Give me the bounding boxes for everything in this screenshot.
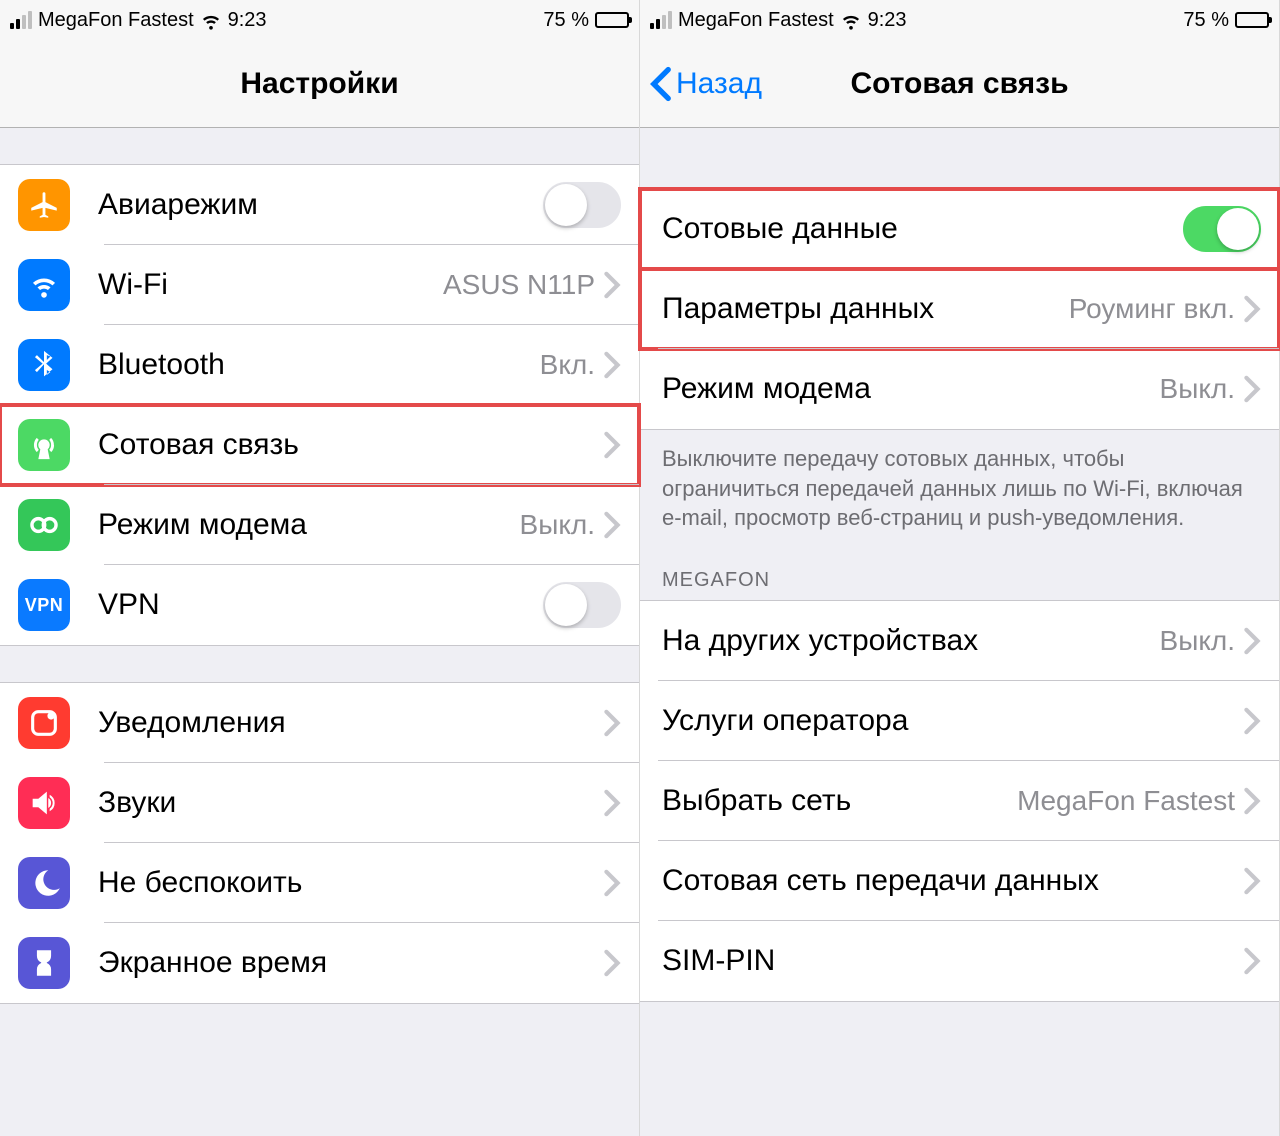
- vpn-toggle[interactable]: [543, 582, 621, 628]
- row-value: Роуминг вкл.: [1069, 293, 1235, 325]
- row-notifications[interactable]: Уведомления: [0, 683, 639, 763]
- row-airplane-mode[interactable]: Авиарежим: [0, 165, 639, 245]
- carrier-label: MegaFon Fastest: [678, 9, 834, 32]
- row-other-devices[interactable]: На других устройствах Выкл.: [640, 601, 1279, 681]
- cellular-group-main: Сотовые данные Параметры данных Роуминг …: [640, 188, 1279, 430]
- vpn-icon: VPN: [18, 579, 70, 631]
- carrier-label: MegaFon Fastest: [38, 9, 194, 32]
- chevron-right-icon: [603, 869, 621, 897]
- carrier-header: MEGAFON: [640, 547, 1279, 600]
- row-bluetooth[interactable]: Bluetooth Вкл.: [0, 325, 639, 405]
- status-time: 9:23: [868, 9, 907, 32]
- row-data-options[interactable]: Параметры данных Роуминг вкл.: [640, 269, 1279, 349]
- row-carrier-services[interactable]: Услуги оператора: [640, 681, 1279, 761]
- row-label: Сотовые данные: [662, 212, 1183, 246]
- cellular-icon: [18, 419, 70, 471]
- chevron-right-icon: [603, 709, 621, 737]
- row-cellular-data[interactable]: Сотовые данные: [640, 189, 1279, 269]
- page-title: Настройки: [0, 67, 639, 101]
- chevron-right-icon: [1243, 707, 1261, 735]
- chevron-right-icon: [1243, 295, 1261, 323]
- row-label: Режим модема: [98, 508, 520, 542]
- airplane-toggle[interactable]: [543, 182, 621, 228]
- row-value: Выкл.: [1160, 373, 1235, 405]
- settings-group-network: Авиарежим Wi-Fi ASUS N11P Bluetooth Вкл.: [0, 164, 639, 646]
- row-label: На других устройствах: [662, 624, 1160, 658]
- row-select-network[interactable]: Выбрать сеть MegaFon Fastest: [640, 761, 1279, 841]
- row-label: Услуги оператора: [662, 704, 1243, 738]
- hotspot-icon: [18, 499, 70, 551]
- status-bar: MegaFon Fastest 9:23 75 %: [0, 0, 639, 40]
- row-sim-pin[interactable]: SIM-PIN: [640, 921, 1279, 1001]
- airplane-icon: [18, 179, 70, 231]
- row-hotspot[interactable]: Режим модема Выкл.: [640, 349, 1279, 429]
- wifi-icon: [840, 9, 862, 31]
- row-screentime[interactable]: Экранное время: [0, 923, 639, 1003]
- status-bar: MegaFon Fastest 9:23 75 %: [640, 0, 1279, 40]
- wifi-settings-icon: [18, 259, 70, 311]
- chevron-right-icon: [603, 271, 621, 299]
- battery-percent: 75 %: [1183, 9, 1229, 32]
- row-label: Авиарежим: [98, 188, 543, 222]
- row-label: Сотовая связь: [98, 428, 603, 462]
- chevron-right-icon: [603, 351, 621, 379]
- row-label: Режим модема: [662, 372, 1160, 406]
- row-label: Wi-Fi: [98, 268, 443, 302]
- cellular-data-toggle[interactable]: [1183, 206, 1261, 252]
- settings-group-personal: Уведомления Звуки Не беспокоить Экранн: [0, 682, 639, 1004]
- bluetooth-icon: [18, 339, 70, 391]
- chevron-right-icon: [1243, 787, 1261, 815]
- chevron-right-icon: [1243, 627, 1261, 655]
- chevron-right-icon: [603, 431, 621, 459]
- footer-help-text: Выключите передачу сотовых данных, чтобы…: [640, 430, 1279, 547]
- chevron-right-icon: [1243, 947, 1261, 975]
- nav-bar: Назад Сотовая связь: [640, 40, 1279, 128]
- row-vpn[interactable]: VPN VPN: [0, 565, 639, 645]
- row-label: Сотовая сеть передачи данных: [662, 864, 1243, 898]
- row-value: Выкл.: [1160, 625, 1235, 657]
- battery-percent: 75 %: [543, 9, 589, 32]
- row-apn[interactable]: Сотовая сеть передачи данных: [640, 841, 1279, 921]
- phone-cellular: MegaFon Fastest 9:23 75 % Назад Сотовая …: [640, 0, 1280, 1136]
- chevron-right-icon: [603, 789, 621, 817]
- notifications-icon: [18, 697, 70, 749]
- chevron-right-icon: [1243, 375, 1261, 403]
- row-value: Выкл.: [520, 509, 595, 541]
- row-cellular[interactable]: Сотовая связь: [0, 405, 639, 485]
- phone-settings: MegaFon Fastest 9:23 75 % Настройки Авиа…: [0, 0, 640, 1136]
- row-label: VPN: [98, 588, 543, 622]
- chevron-right-icon: [603, 949, 621, 977]
- row-label: SIM-PIN: [662, 944, 1243, 978]
- wifi-icon: [200, 9, 222, 31]
- battery-icon: [595, 12, 629, 28]
- cellular-group-carrier: На других устройствах Выкл. Услуги опера…: [640, 600, 1279, 1002]
- screentime-icon: [18, 937, 70, 989]
- row-value: Вкл.: [540, 349, 595, 381]
- signal-icon: [650, 11, 672, 29]
- signal-icon: [10, 11, 32, 29]
- row-label: Параметры данных: [662, 292, 1069, 326]
- row-label: Не беспокоить: [98, 866, 603, 900]
- dnd-icon: [18, 857, 70, 909]
- row-label: Уведомления: [98, 706, 603, 740]
- row-sounds[interactable]: Звуки: [0, 763, 639, 843]
- chevron-right-icon: [603, 511, 621, 539]
- row-label: Выбрать сеть: [662, 784, 1017, 818]
- row-label: Bluetooth: [98, 348, 540, 382]
- row-value: ASUS N11P: [443, 269, 595, 301]
- status-time: 9:23: [228, 9, 267, 32]
- battery-icon: [1235, 12, 1269, 28]
- sounds-icon: [18, 777, 70, 829]
- row-value: MegaFon Fastest: [1017, 785, 1235, 817]
- back-button[interactable]: Назад: [640, 66, 762, 102]
- nav-bar: Настройки: [0, 40, 639, 128]
- row-label: Звуки: [98, 786, 603, 820]
- row-hotspot[interactable]: Режим модема Выкл.: [0, 485, 639, 565]
- row-label: Экранное время: [98, 946, 603, 980]
- back-label: Назад: [676, 67, 762, 101]
- row-do-not-disturb[interactable]: Не беспокоить: [0, 843, 639, 923]
- chevron-right-icon: [1243, 867, 1261, 895]
- row-wifi[interactable]: Wi-Fi ASUS N11P: [0, 245, 639, 325]
